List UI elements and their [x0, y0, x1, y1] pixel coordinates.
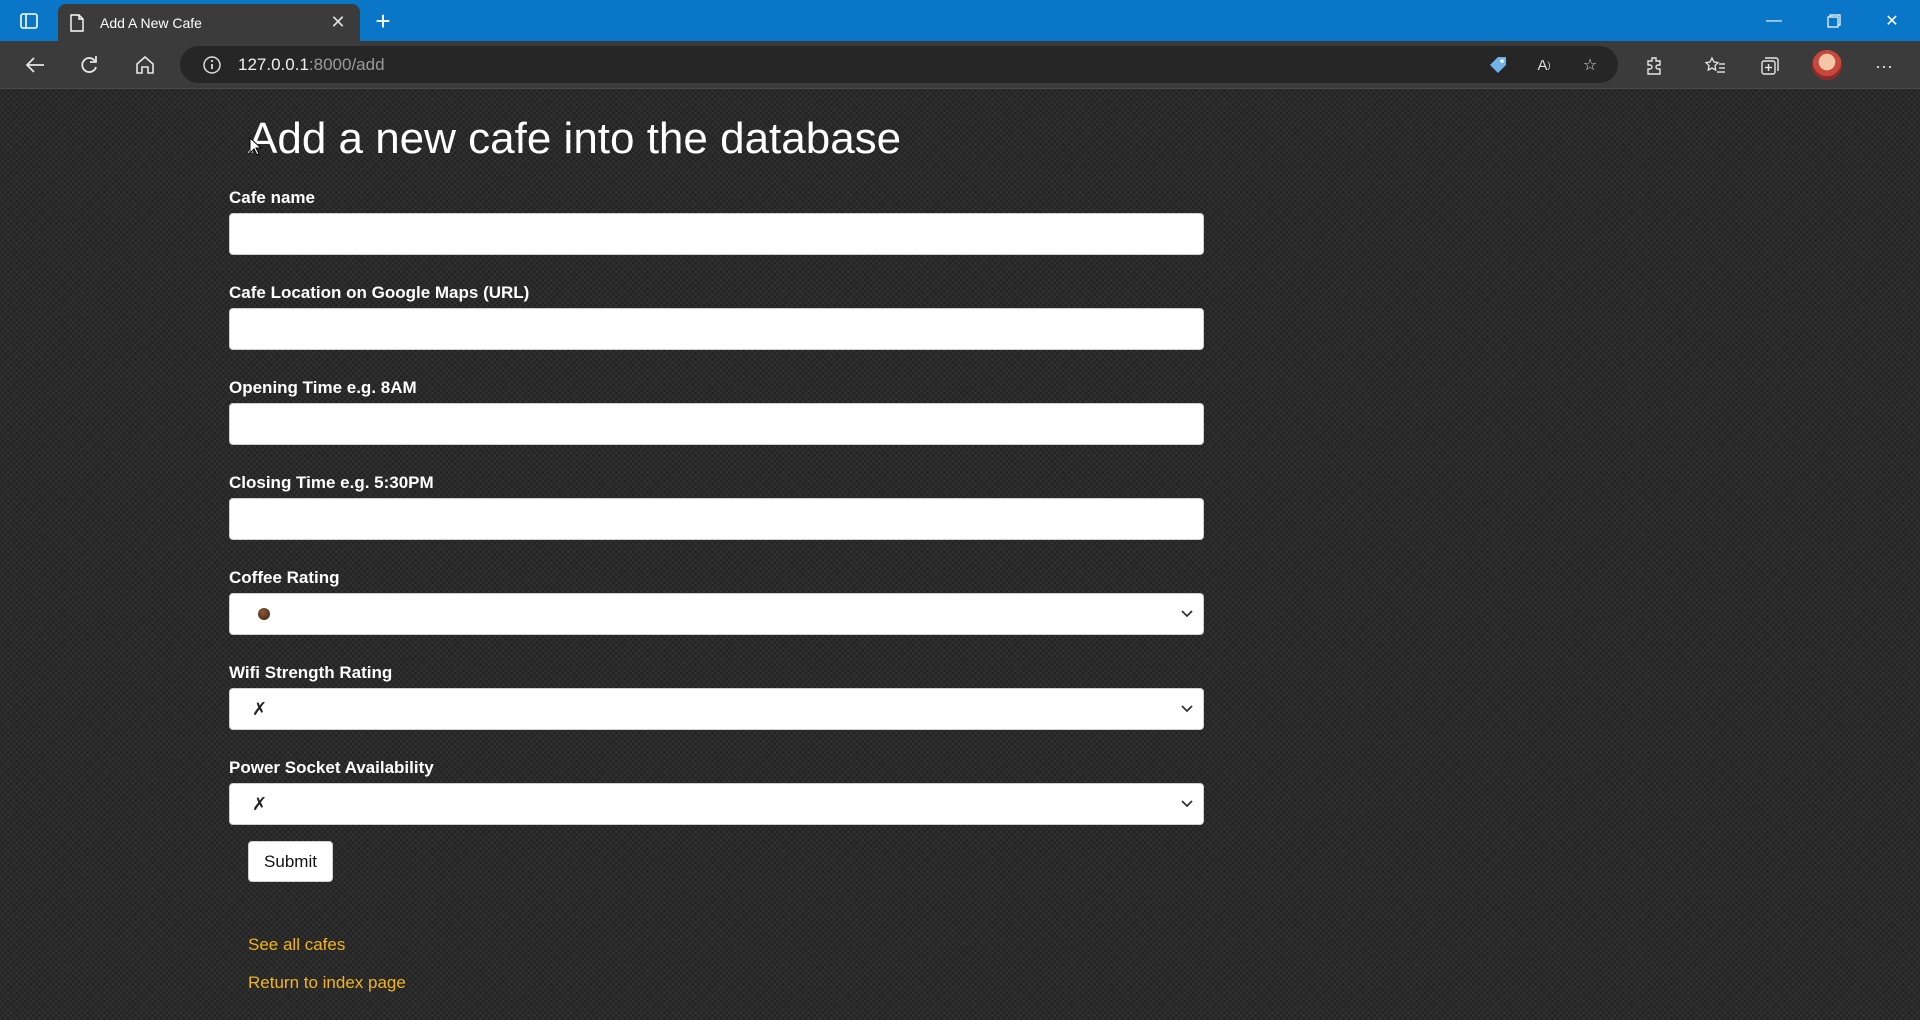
minimize-icon[interactable]: —	[1746, 0, 1802, 41]
read-aloud-icon[interactable]: A)	[1532, 53, 1556, 77]
submit-button[interactable]: Submit	[248, 841, 333, 882]
add-favorite-icon[interactable]: ☆	[1578, 53, 1602, 77]
power-socket-field: Power Socket Availability ✗	[229, 758, 1204, 825]
location-input[interactable]	[229, 308, 1204, 350]
return-index-link[interactable]: Return to index page	[248, 973, 406, 993]
page-title: Add a new cafe into the database	[248, 114, 902, 163]
coffee-rating-select[interactable]	[229, 593, 1204, 635]
chevron-down-icon	[1181, 705, 1193, 713]
opening-time-field: Opening Time e.g. 8AM	[229, 378, 1204, 445]
closing-time-input[interactable]	[229, 498, 1204, 540]
collections-icon[interactable]	[1757, 53, 1783, 79]
location-label: Cafe Location on Google Maps (URL)	[229, 283, 530, 302]
coffee-rating-field: Coffee Rating	[229, 568, 1204, 635]
page-content: Add a new cafe into the database Cafe na…	[0, 90, 1920, 1020]
power-socket-value: ✗	[252, 793, 268, 814]
closing-time-field: Closing Time e.g. 5:30PM	[229, 473, 1204, 540]
restore-icon[interactable]	[1806, 0, 1862, 41]
home-icon[interactable]	[128, 49, 162, 81]
back-icon[interactable]	[18, 49, 52, 81]
location-field: Cafe Location on Google Maps (URL)	[229, 283, 1204, 350]
power-socket-select[interactable]: ✗	[229, 783, 1204, 825]
extensions-icon[interactable]	[1642, 53, 1668, 79]
wifi-rating-label: Wifi Strength Rating	[229, 663, 393, 682]
mouse-cursor-icon	[249, 137, 263, 156]
wifi-rating-value: ✗	[252, 698, 268, 719]
close-tab-icon[interactable]: ✕	[328, 12, 348, 33]
more-options-icon[interactable]: ···	[1871, 53, 1897, 79]
tab-title: Add A New Cafe	[100, 14, 202, 31]
close-window-icon[interactable]: ✕	[1864, 0, 1920, 41]
opening-time-label: Opening Time e.g. 8AM	[229, 378, 417, 397]
profile-avatar[interactable]	[1812, 50, 1842, 80]
active-tab[interactable]: Add A New Cafe ✕	[58, 4, 360, 41]
url-host: 127.0.0.1	[238, 54, 309, 74]
see-all-cafes-link[interactable]: See all cafes	[248, 935, 345, 955]
tab-actions-icon[interactable]	[14, 10, 44, 32]
wifi-rating-field: Wifi Strength Rating ✗	[229, 663, 1204, 730]
browser-tab-bar: Add A New Cafe ✕ + — ✕	[0, 0, 1920, 41]
closing-time-label: Closing Time e.g. 5:30PM	[229, 473, 434, 492]
coffee-rating-value	[252, 608, 270, 620]
coupon-tag-icon[interactable]	[1486, 53, 1510, 77]
document-icon	[70, 13, 86, 32]
opening-time-input[interactable]	[229, 403, 1204, 445]
url-field[interactable]: 127.0.0.1:8000/add A) ☆	[180, 46, 1618, 83]
coffee-rating-label: Coffee Rating	[229, 568, 340, 587]
address-bar: 127.0.0.1:8000/add A) ☆ ···	[0, 41, 1920, 89]
new-tab-icon[interactable]: +	[368, 6, 398, 36]
refresh-icon[interactable]	[72, 49, 106, 81]
site-info-icon[interactable]	[202, 55, 222, 75]
wifi-rating-select[interactable]: ✗	[229, 688, 1204, 730]
power-socket-label: Power Socket Availability	[229, 758, 434, 777]
chevron-down-icon	[1181, 610, 1193, 618]
favorites-icon[interactable]	[1702, 53, 1728, 79]
cafe-name-label: Cafe name	[229, 188, 315, 207]
url-path: :8000/add	[308, 54, 385, 74]
chevron-down-icon	[1181, 800, 1193, 808]
cafe-name-field: Cafe name	[229, 188, 1204, 255]
coffee-cup-icon	[258, 608, 270, 620]
cafe-name-input[interactable]	[229, 213, 1204, 255]
